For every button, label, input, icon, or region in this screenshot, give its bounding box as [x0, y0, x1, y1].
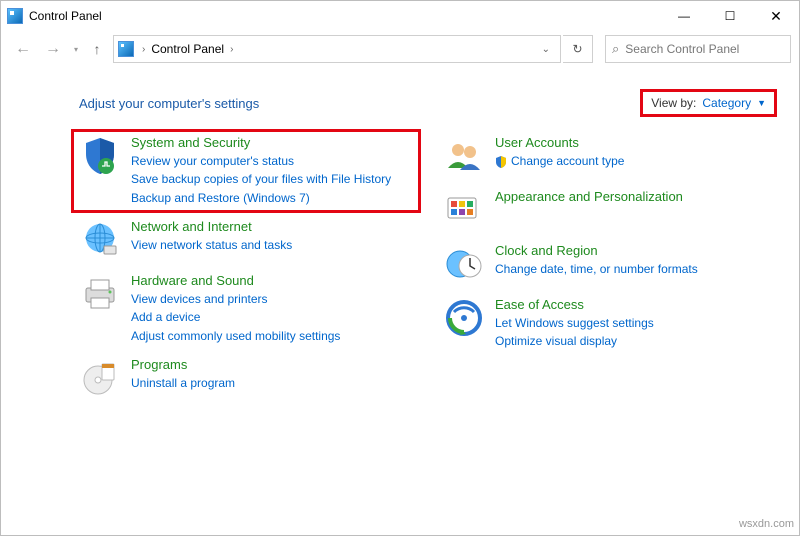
- category-title[interactable]: User Accounts: [495, 135, 624, 152]
- content-area: Adjust your computer's settings View by:…: [1, 67, 799, 399]
- category-link[interactable]: Add a device: [131, 309, 340, 326]
- up-button[interactable]: ↑: [85, 37, 109, 61]
- right-column: User Accounts Change account type Appear…: [443, 135, 777, 399]
- address-bar[interactable]: › Control Panel › ⌄: [113, 35, 561, 63]
- category-appearance-personalization[interactable]: Appearance and Personalization: [443, 189, 777, 231]
- back-button[interactable]: ←: [9, 35, 37, 63]
- category-network-internet[interactable]: Network and Internet View network status…: [79, 219, 413, 261]
- address-dropdown[interactable]: ⌄: [536, 44, 556, 55]
- disc-icon: [79, 357, 121, 399]
- category-hardware-sound[interactable]: Hardware and Sound View devices and prin…: [79, 273, 413, 345]
- navbar: ← → ▾ ↑ › Control Panel › ⌄ ↻ ⌕ Search C…: [1, 31, 799, 67]
- search-icon: ⌕: [612, 41, 619, 57]
- globe-icon: [79, 219, 121, 261]
- ease-of-access-icon: [443, 297, 485, 339]
- category-link[interactable]: Change date, time, or number formats: [495, 261, 698, 278]
- view-by-selector[interactable]: View by: Category ▼: [640, 89, 777, 117]
- chevron-right-icon[interactable]: ›: [226, 44, 237, 55]
- category-link[interactable]: Let Windows suggest settings: [495, 315, 654, 332]
- chevron-down-icon: ▼: [757, 98, 766, 108]
- category-link[interactable]: View devices and printers: [131, 291, 340, 308]
- category-link[interactable]: Adjust commonly used mobility settings: [131, 328, 340, 345]
- category-columns: System and Security Review your computer…: [79, 135, 777, 399]
- category-title[interactable]: Programs: [131, 357, 235, 374]
- titlebar: Control Panel ― ☐ ✕: [1, 1, 799, 31]
- category-link[interactable]: Optimize visual display: [495, 333, 654, 350]
- clock-icon: [443, 243, 485, 285]
- forward-button[interactable]: →: [39, 35, 67, 63]
- category-ease-of-access[interactable]: Ease of Access Let Windows suggest setti…: [443, 297, 777, 351]
- chevron-right-icon[interactable]: ›: [138, 44, 149, 55]
- category-system-security[interactable]: System and Security Review your computer…: [71, 129, 421, 213]
- maximize-button[interactable]: ☐: [707, 1, 753, 31]
- category-clock-region[interactable]: Clock and Region Change date, time, or n…: [443, 243, 777, 285]
- breadcrumb-root[interactable]: Control Panel: [149, 42, 226, 56]
- category-link[interactable]: Save backup copies of your files with Fi…: [131, 171, 391, 188]
- left-column: System and Security Review your computer…: [79, 135, 413, 399]
- category-link[interactable]: Review your computer's status: [131, 153, 391, 170]
- header-row: Adjust your computer's settings View by:…: [79, 89, 777, 117]
- close-button[interactable]: ✕: [753, 1, 799, 31]
- category-title[interactable]: Network and Internet: [131, 219, 292, 236]
- shield-icon: [79, 135, 121, 177]
- window-title: Control Panel: [29, 9, 102, 23]
- category-title[interactable]: Hardware and Sound: [131, 273, 340, 290]
- uac-shield-icon: [495, 156, 507, 168]
- view-by-label: View by:: [651, 96, 696, 110]
- search-placeholder: Search Control Panel: [625, 42, 739, 56]
- category-link[interactable]: Uninstall a program: [131, 375, 235, 392]
- search-input[interactable]: ⌕ Search Control Panel: [605, 35, 791, 63]
- category-title[interactable]: Ease of Access: [495, 297, 654, 314]
- category-link[interactable]: View network status and tasks: [131, 237, 292, 254]
- category-link[interactable]: Backup and Restore (Windows 7): [131, 190, 391, 207]
- printer-icon: [79, 273, 121, 315]
- watermark: wsxdn.com: [739, 518, 794, 530]
- view-by-value: Category: [702, 96, 751, 110]
- category-title[interactable]: Clock and Region: [495, 243, 698, 260]
- minimize-button[interactable]: ―: [661, 1, 707, 31]
- category-title[interactable]: Appearance and Personalization: [495, 189, 683, 206]
- refresh-button[interactable]: ↻: [563, 35, 593, 63]
- control-panel-icon: [118, 41, 134, 57]
- history-dropdown[interactable]: ▾: [69, 45, 83, 54]
- category-title[interactable]: System and Security: [131, 135, 391, 152]
- personalization-icon: [443, 189, 485, 231]
- window-buttons: ― ☐ ✕: [661, 1, 799, 31]
- page-title: Adjust your computer's settings: [79, 96, 259, 111]
- category-user-accounts[interactable]: User Accounts Change account type: [443, 135, 777, 177]
- control-panel-icon: [7, 8, 23, 24]
- users-icon: [443, 135, 485, 177]
- category-link[interactable]: Change account type: [511, 153, 624, 170]
- category-programs[interactable]: Programs Uninstall a program: [79, 357, 413, 399]
